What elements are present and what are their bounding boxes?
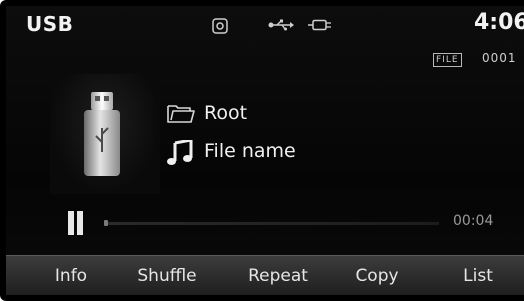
progress-knob[interactable] <box>104 220 108 226</box>
file-badge: FILE <box>433 53 462 67</box>
disc-icon <box>212 18 228 34</box>
file-name: File name <box>204 140 296 162</box>
info-button[interactable]: Info <box>36 256 106 295</box>
album-art <box>50 74 160 194</box>
source-label: USB <box>26 12 74 36</box>
status-bar: USB 4:06 <box>6 6 524 46</box>
pause-icon[interactable] <box>66 211 86 237</box>
file-number: 0001 <box>482 51 517 65</box>
copy-button[interactable]: Copy <box>342 256 412 295</box>
media-screen: USB 4:06 FILE 0001 Root File name 00:04 … <box>6 6 524 295</box>
list-button[interactable]: List <box>450 256 506 295</box>
usb-icon <box>268 19 294 31</box>
head-unit-frame: USB 4:06 FILE 0001 Root File name 00:04 … <box>0 0 524 301</box>
music-note-icon <box>167 140 193 165</box>
repeat-button[interactable]: Repeat <box>234 256 322 295</box>
clock: 4:06 <box>474 10 524 35</box>
plug-icon <box>308 19 331 31</box>
folder-name: Root <box>204 102 248 124</box>
progress-bar[interactable] <box>104 220 439 226</box>
shuffle-button[interactable]: Shuffle <box>122 256 212 295</box>
usb-stick-icon <box>84 92 120 176</box>
elapsed-time: 00:04 <box>453 213 494 229</box>
bottom-menu: Info Shuffle Repeat Copy List <box>6 255 524 295</box>
folder-icon <box>167 105 195 123</box>
